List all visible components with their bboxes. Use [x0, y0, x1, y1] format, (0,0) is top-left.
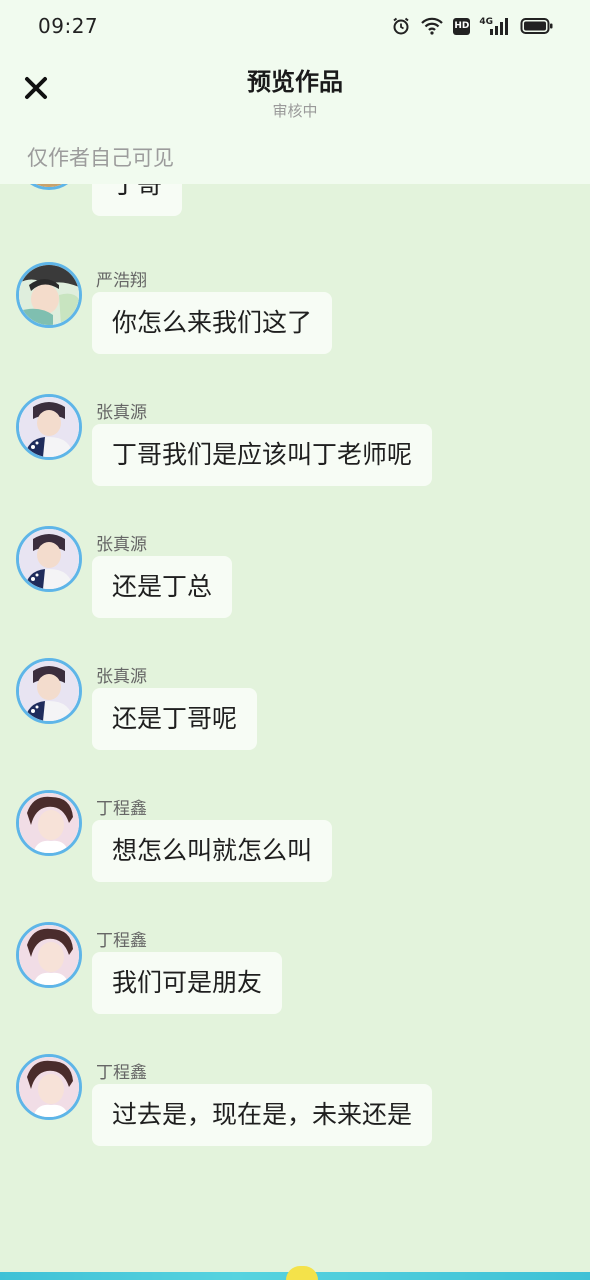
- avatar[interactable]: [16, 394, 82, 460]
- visibility-note: 仅作者自己可见: [27, 146, 174, 170]
- signal-4g-icon: 4G: [479, 16, 511, 36]
- sender-name: 丁程鑫: [96, 799, 147, 819]
- avatar[interactable]: [16, 184, 82, 190]
- message-bubble[interactable]: 你怎么来我们这了: [92, 292, 333, 354]
- message-bubble[interactable]: 丁哥我们是应该叫丁老师呢: [92, 424, 433, 486]
- avatar[interactable]: [16, 790, 82, 856]
- avatar[interactable]: [16, 1054, 82, 1120]
- status-time: 09:27: [38, 14, 99, 38]
- avatar[interactable]: [16, 526, 82, 592]
- sender-name: 张真源: [96, 535, 147, 555]
- status-bar: 09:27 HD 4G: [0, 0, 590, 52]
- sender-name: 丁程鑫: [96, 1063, 147, 1083]
- avatar[interactable]: [16, 922, 82, 988]
- message-bubble[interactable]: 我们可是朋友: [92, 952, 283, 1014]
- message-bubble[interactable]: 还是丁哥呢: [92, 688, 258, 750]
- battery-icon: [520, 16, 554, 36]
- sender-name: 张真源: [96, 667, 147, 687]
- header: 预览作品 审核中 仅作者自己可见: [0, 52, 590, 184]
- alarm-icon: [391, 16, 411, 36]
- page-title: 预览作品: [247, 68, 343, 96]
- chat-list[interactable]: 丁哥 严浩翔 你怎么来我们这了 张真源 丁哥我们是应该叫丁老师呢 张真源 还是丁…: [0, 184, 590, 1274]
- sender-name: 丁程鑫: [96, 931, 147, 951]
- message-bubble[interactable]: 丁哥: [92, 184, 183, 216]
- sender-name: 张真源: [96, 403, 147, 423]
- wifi-icon: [420, 16, 444, 36]
- avatar[interactable]: [16, 262, 82, 328]
- hd-icon: HD: [453, 17, 471, 35]
- message-bubble[interactable]: 想怎么叫就怎么叫: [92, 820, 333, 882]
- review-status: 审核中: [272, 102, 318, 120]
- message-bubble[interactable]: 还是丁总: [92, 556, 233, 618]
- status-icons: HD 4G: [391, 16, 554, 36]
- avatar[interactable]: [16, 658, 82, 724]
- message-bubble[interactable]: 过去是，现在是，未来还是: [92, 1084, 433, 1146]
- sender-name: 严浩翔: [96, 271, 147, 291]
